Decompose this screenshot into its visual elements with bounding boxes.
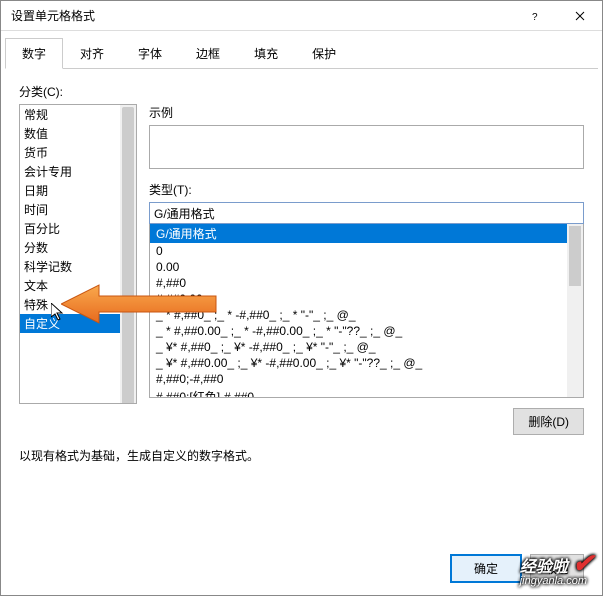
tab-font[interactable]: 字体 <box>121 38 179 69</box>
watermark-url: jingyanla.com <box>520 575 594 587</box>
type-scroll-thumb[interactable] <box>569 226 581 286</box>
type-item[interactable]: _ * #,##0.00_ ;_ * -#,##0.00_ ;_ * "-"??… <box>150 323 583 339</box>
watermark: 经验啦 ✔ jingyanla.com <box>520 548 594 587</box>
tab-protection[interactable]: 保护 <box>295 38 353 69</box>
category-item[interactable]: 常规 <box>20 105 136 124</box>
tab-number[interactable]: 数字 <box>5 38 63 69</box>
category-item[interactable]: 货币 <box>20 143 136 162</box>
checkmark-icon: ✔ <box>572 548 594 578</box>
close-icon <box>575 11 585 21</box>
type-item[interactable]: #,##0;-#,##0 <box>150 371 583 387</box>
category-item[interactable]: 时间 <box>20 200 136 219</box>
titlebar: 设置单元格格式 ? <box>1 1 602 31</box>
type-item[interactable]: 0.00 <box>150 259 583 275</box>
type-label: 类型(T): <box>149 181 584 198</box>
type-input[interactable] <box>149 202 584 224</box>
type-item[interactable]: #,##0 <box>150 275 583 291</box>
type-item[interactable]: #,##0.00 <box>150 291 583 307</box>
dialog-body: 分类(C): 常规 数值 货币 会计专用 日期 时间 百分比 分数 科学记数 文… <box>1 69 602 474</box>
category-scroll-thumb[interactable] <box>122 107 134 404</box>
delete-row: 删除(D) <box>149 408 584 435</box>
sample-box <box>149 125 584 169</box>
type-item[interactable]: #,##0;[红色]-#,##0 <box>150 387 583 397</box>
main-row: 常规 数值 货币 会计专用 日期 时间 百分比 分数 科学记数 文本 特殊 自定… <box>19 104 584 435</box>
close-button[interactable] <box>557 1 602 30</box>
type-item[interactable]: G/通用格式 <box>150 224 583 243</box>
window-title: 设置单元格格式 <box>11 7 512 24</box>
watermark-brand: 经验啦 <box>520 559 568 576</box>
category-item[interactable]: 会计专用 <box>20 162 136 181</box>
category-item[interactable]: 日期 <box>20 181 136 200</box>
category-listbox[interactable]: 常规 数值 货币 会计专用 日期 时间 百分比 分数 科学记数 文本 特殊 自定… <box>19 104 137 404</box>
right-column: 示例 类型(T): G/通用格式 0 0.00 #,##0 #,##0.00 _… <box>149 104 584 435</box>
category-item[interactable]: 分数 <box>20 238 136 257</box>
type-item[interactable]: 0 <box>150 243 583 259</box>
category-label: 分类(C): <box>19 83 584 100</box>
category-item[interactable]: 科学记数 <box>20 257 136 276</box>
sample-label: 示例 <box>149 104 584 121</box>
tab-fill[interactable]: 填充 <box>237 38 295 69</box>
category-item[interactable]: 百分比 <box>20 219 136 238</box>
category-item[interactable]: 文本 <box>20 276 136 295</box>
type-item[interactable]: _ ¥* #,##0.00_ ;_ ¥* -#,##0.00_ ;_ ¥* "-… <box>150 355 583 371</box>
format-cells-dialog: 设置单元格格式 ? 数字 对齐 字体 边框 填充 保护 分类(C): 常规 数值 <box>0 0 603 596</box>
svg-text:?: ? <box>532 12 538 21</box>
delete-button[interactable]: 删除(D) <box>513 408 584 435</box>
tab-alignment[interactable]: 对齐 <box>63 38 121 69</box>
hint-text: 以现有格式为基础，生成自定义的数字格式。 <box>19 447 584 464</box>
type-item[interactable]: _ * #,##0_ ;_ * -#,##0_ ;_ * "-"_ ;_ @_ <box>150 307 583 323</box>
category-scrollbar[interactable] <box>120 105 136 403</box>
category-item[interactable]: 特殊 <box>20 295 136 314</box>
tab-strip: 数字 对齐 字体 边框 填充 保护 <box>5 31 598 69</box>
category-item-custom[interactable]: 自定义 <box>20 314 136 333</box>
type-listbox[interactable]: G/通用格式 0 0.00 #,##0 #,##0.00 _ * #,##0_ … <box>149 224 584 398</box>
help-button[interactable]: ? <box>512 1 557 30</box>
ok-button[interactable]: 确定 <box>450 554 522 583</box>
question-icon: ? <box>530 11 540 21</box>
type-scrollbar[interactable] <box>567 224 583 397</box>
titlebar-controls: ? <box>512 1 602 30</box>
type-item[interactable]: _ ¥* #,##0_ ;_ ¥* -#,##0_ ;_ ¥* "-"_ ;_ … <box>150 339 583 355</box>
category-column: 常规 数值 货币 会计专用 日期 时间 百分比 分数 科学记数 文本 特殊 自定… <box>19 104 137 435</box>
category-item[interactable]: 数值 <box>20 124 136 143</box>
tab-border[interactable]: 边框 <box>179 38 237 69</box>
